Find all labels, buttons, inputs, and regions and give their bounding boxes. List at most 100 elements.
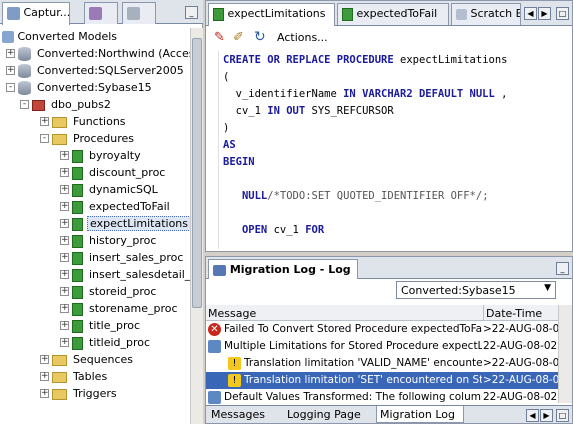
tree-node-label: Functions bbox=[73, 115, 126, 128]
tree-node-triggers[interactable]: + Triggers bbox=[40, 385, 119, 402]
tree-node-functions[interactable]: + Functions bbox=[40, 113, 128, 130]
tab-scratch-editor[interactable]: Scratch Ed bbox=[451, 3, 521, 25]
expand-icon[interactable]: + bbox=[40, 389, 49, 398]
code-line: cv_1 IN OUT SYS_REFCURSOR bbox=[223, 105, 394, 117]
edit-icon[interactable]: ✐ bbox=[233, 30, 244, 45]
expand-icon[interactable]: + bbox=[60, 270, 69, 279]
converted-models-icon bbox=[89, 6, 102, 20]
procedure-icon bbox=[72, 302, 83, 316]
tab-expectLimitations[interactable]: expectLimitations bbox=[208, 3, 335, 26]
maximize-icon[interactable]: □ bbox=[556, 409, 569, 422]
tree-node-dbo-pubs2[interactable]: - dbo_pubs2 bbox=[20, 96, 113, 113]
tree-node-insert-sales-proc[interactable]: + insert_sales_proc bbox=[60, 249, 185, 266]
tab-translation[interactable] bbox=[122, 2, 156, 24]
scroll-thumb[interactable] bbox=[192, 38, 202, 308]
actions-button[interactable]: Actions... bbox=[277, 31, 328, 44]
tree-node-label: discount_proc bbox=[89, 166, 166, 179]
expand-icon[interactable]: + bbox=[6, 49, 15, 58]
dropdown-arrow-icon: ▼ bbox=[544, 283, 551, 293]
tree-node-storename-proc[interactable]: + storename_proc bbox=[60, 300, 180, 317]
tree-node-converted-sqlserver2005[interactable]: + Converted:SQLServer2005 bbox=[6, 62, 186, 79]
tree-node-procedures[interactable]: - Procedures bbox=[40, 130, 136, 147]
expand-icon[interactable]: + bbox=[60, 219, 69, 228]
log-message: Translation limitation 'VALID_NAME' enco… bbox=[244, 357, 482, 369]
tab-messages[interactable]: Messages bbox=[208, 406, 280, 423]
scroll-tabs-left-icon[interactable]: ◀ bbox=[526, 409, 539, 422]
expand-icon[interactable]: + bbox=[40, 117, 49, 126]
procedure-icon bbox=[72, 149, 83, 163]
tree-node-title-proc[interactable]: + title_proc bbox=[60, 317, 142, 334]
code-area[interactable]: CREATE OR REPLACE PROCEDURE expectLimita… bbox=[218, 51, 560, 249]
log-header: Migration Log - Log _ bbox=[206, 257, 572, 279]
tree-node-converted-northwind-access[interactable]: + Converted:Northwind (Access bbox=[6, 45, 190, 62]
maximize-icon[interactable]: □ bbox=[556, 7, 569, 20]
refresh-icon[interactable]: ↻ bbox=[254, 29, 266, 45]
tab-captured[interactable]: Captur... bbox=[2, 2, 70, 25]
tree-node-insert-salesdetail-[interactable]: + insert_salesdetail_ bbox=[60, 266, 190, 283]
log-date-time: 22-AUG-08-02: bbox=[483, 391, 558, 403]
tree-node-label: Triggers bbox=[73, 387, 117, 400]
column-date-time[interactable]: Date-Time bbox=[486, 307, 542, 320]
scroll-tabs-right-icon[interactable]: ▶ bbox=[538, 7, 551, 20]
log-filter-select[interactable]: Converted:Sybase15 ▼ bbox=[396, 281, 556, 299]
expand-icon[interactable]: + bbox=[60, 236, 69, 245]
scroll-tabs-left-icon[interactable]: ◀ bbox=[524, 7, 537, 20]
expand-icon[interactable]: + bbox=[60, 151, 69, 160]
tree-vertical-scrollbar[interactable] bbox=[190, 28, 203, 424]
tab-expectedToFail[interactable]: expectedToFail bbox=[337, 3, 449, 25]
code-token: IN VARCHAR2 DEFAULT NULL bbox=[343, 88, 495, 100]
tab-converted[interactable] bbox=[84, 2, 118, 24]
expand-icon[interactable]: + bbox=[60, 321, 69, 330]
tree-node-tables[interactable]: + Tables bbox=[40, 368, 109, 385]
code-token: cv_1 bbox=[273, 224, 306, 236]
pin-icon[interactable]: ✎ bbox=[214, 30, 225, 45]
expand-icon[interactable]: + bbox=[40, 355, 49, 364]
log-vertical-scrollbar[interactable] bbox=[558, 305, 572, 403]
log-row[interactable]: ! Translation limitation 'VALID_NAME' enc… bbox=[206, 355, 558, 372]
minimize-icon[interactable]: _ bbox=[556, 262, 569, 275]
connections-panel: Captur... _ Converted Models + Converted:… bbox=[0, 0, 203, 424]
tree-node-expectlimitations[interactable]: + expectLimitations bbox=[60, 215, 190, 232]
tree-node-label: Converted:Northwind (Access bbox=[37, 47, 190, 60]
scroll-tabs-right-icon[interactable]: ▶ bbox=[540, 409, 553, 422]
tab-logging-page[interactable]: Logging Page bbox=[284, 406, 374, 423]
migration-log-panel: Migration Log - Log _ Converted:Sybase15… bbox=[205, 256, 573, 424]
expand-icon[interactable]: + bbox=[40, 372, 49, 381]
tab-migration-log[interactable]: Migration Log bbox=[376, 406, 464, 423]
tree-node-expectedtofail[interactable]: + expectedToFail bbox=[60, 198, 172, 215]
log-row[interactable]: Default Values Transformed: The followin… bbox=[206, 389, 558, 405]
tree-node-titleid-proc[interactable]: + titleid_proc bbox=[60, 334, 152, 351]
tree-node-storeid-proc[interactable]: + storeid_proc bbox=[60, 283, 158, 300]
log-title-tab[interactable]: Migration Log - Log bbox=[208, 259, 358, 279]
expand-icon[interactable]: + bbox=[60, 287, 69, 296]
log-row[interactable]: ! Translation limitation 'SET' encountere… bbox=[206, 372, 558, 389]
expand-icon[interactable]: + bbox=[60, 304, 69, 313]
procedure-icon bbox=[72, 200, 83, 214]
collapse-icon[interactable]: - bbox=[40, 134, 49, 143]
tree-node-dynamicsql[interactable]: + dynamicSQL bbox=[60, 181, 160, 198]
folder-icon bbox=[52, 388, 67, 400]
expand-icon[interactable]: + bbox=[60, 185, 69, 194]
tree-node-history-proc[interactable]: + history_proc bbox=[60, 232, 158, 249]
minimize-icon[interactable]: _ bbox=[185, 6, 198, 19]
expand-icon[interactable]: + bbox=[6, 66, 15, 75]
log-row[interactable]: ✕ Failed To Convert Stored Procedure expe… bbox=[206, 321, 558, 338]
tree-node-sequences[interactable]: + Sequences bbox=[40, 351, 135, 368]
tree-node-label: title_proc bbox=[89, 319, 141, 332]
code-line: ) bbox=[223, 122, 229, 134]
code-token: /*TODO:SET QUOTED_IDENTIFIER OFF*/; bbox=[267, 190, 489, 202]
tree-root[interactable]: Converted Models bbox=[2, 28, 117, 45]
expand-icon[interactable]: + bbox=[60, 202, 69, 211]
tree-node-byroyalty[interactable]: + byroyalty bbox=[60, 147, 143, 164]
collapse-icon[interactable]: - bbox=[6, 83, 15, 92]
column-message[interactable]: Message bbox=[208, 307, 256, 320]
log-row[interactable]: Multiple Limitations for Stored Procedur… bbox=[206, 338, 558, 355]
expand-icon[interactable]: + bbox=[60, 168, 69, 177]
expand-icon[interactable]: + bbox=[60, 338, 69, 347]
tree-node-discount-proc[interactable]: + discount_proc bbox=[60, 164, 167, 181]
expand-icon[interactable]: + bbox=[60, 253, 69, 262]
procedure-icon bbox=[342, 7, 353, 21]
collapse-icon[interactable]: - bbox=[20, 100, 29, 109]
tree-node-converted-sybase15[interactable]: - Converted:Sybase15 bbox=[6, 79, 154, 96]
log-bottom-tabs: Messages Logging Page Migration Log ◀ ▶ … bbox=[206, 405, 572, 423]
